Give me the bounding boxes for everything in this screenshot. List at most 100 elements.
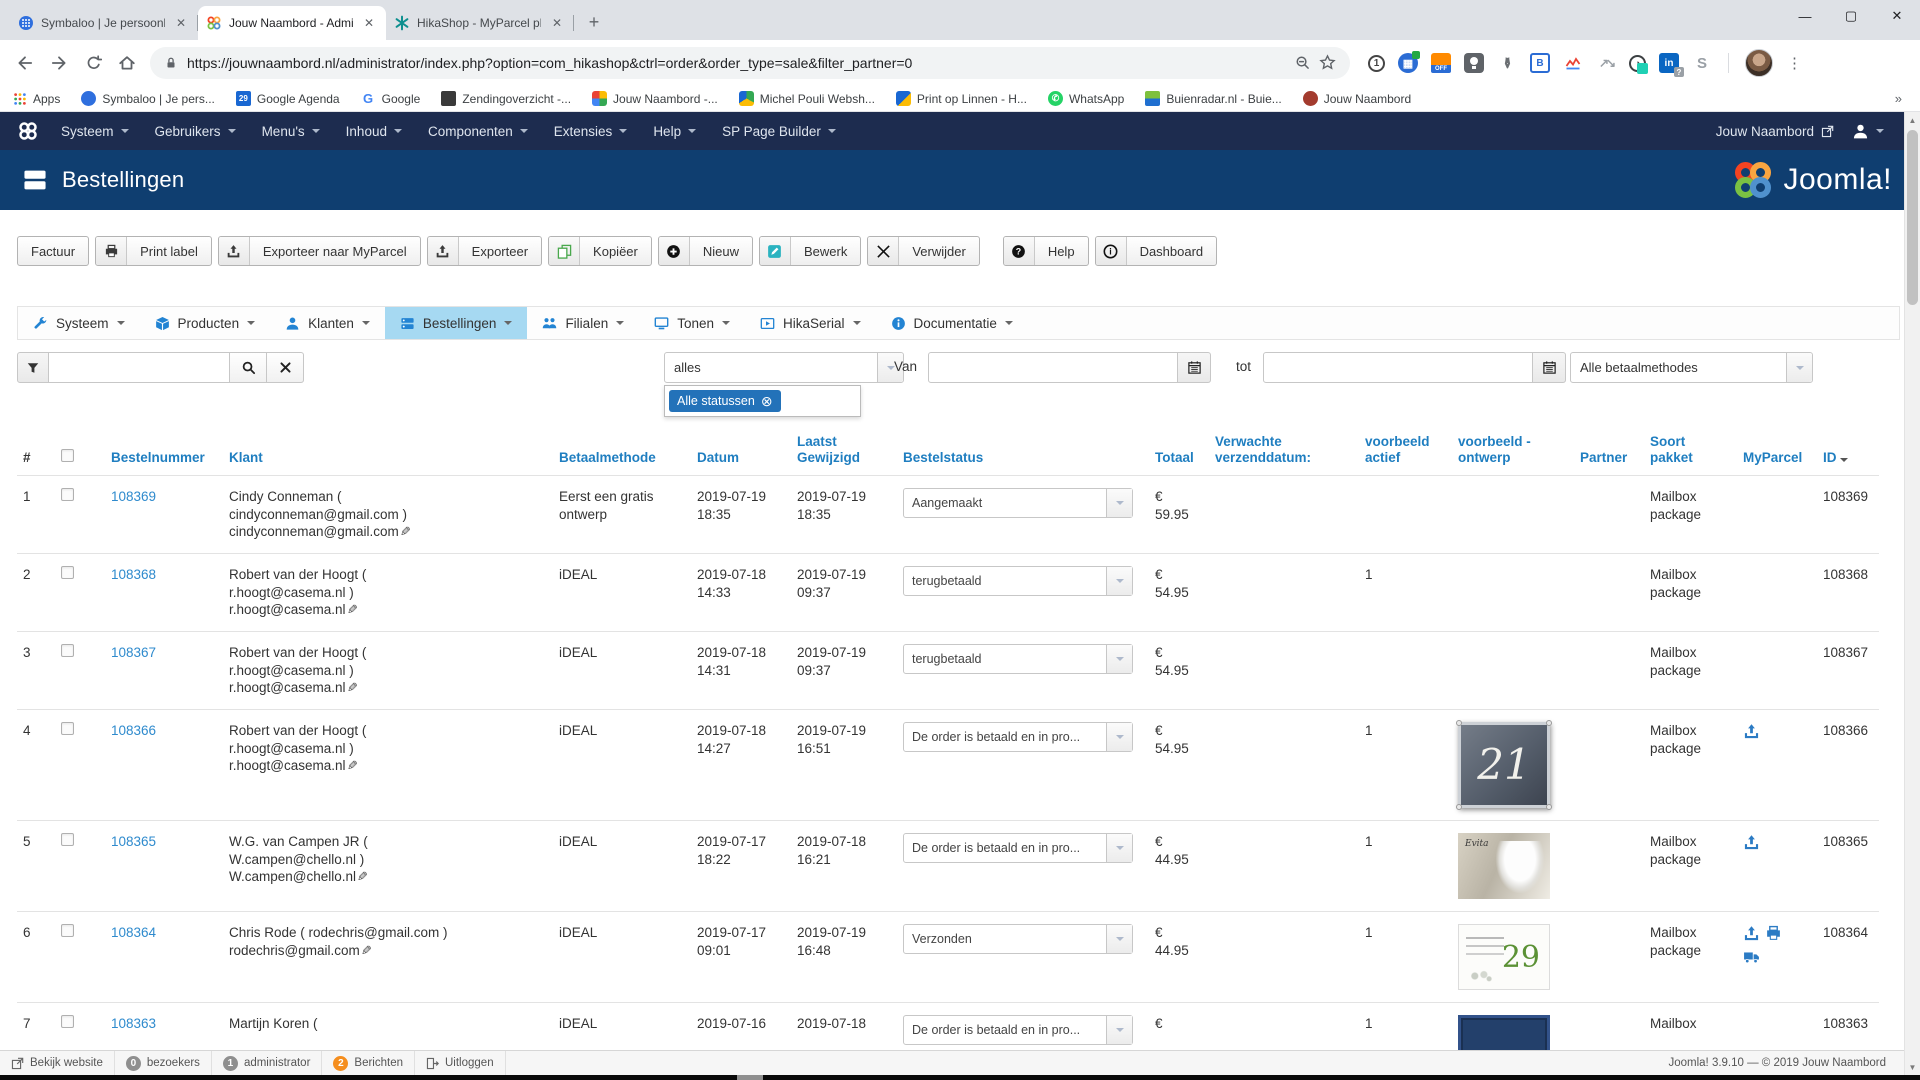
bookmark-item[interactable]: GGoogle	[361, 91, 421, 106]
zoom-out-icon[interactable]	[1295, 54, 1310, 72]
s-letter-extension[interactable]: S	[1692, 53, 1712, 73]
hikashop-menu-producten[interactable]: Producten	[140, 307, 271, 339]
bookmark-item[interactable]: Symbaloo | Je pers...	[81, 91, 215, 106]
column-header-myparcel[interactable]: MyParcel	[1737, 428, 1817, 476]
admin-menu-item[interactable]: Menu's	[249, 112, 333, 150]
column-header-laatst-gewijzigd[interactable]: Laatst Gewijzigd	[791, 428, 897, 476]
footer-administrator[interactable]: 1administrator	[212, 1051, 322, 1075]
edit-pencil-icon[interactable]: ✎	[361, 943, 372, 960]
scrollbar-thumb[interactable]	[1907, 130, 1918, 305]
column-header-bestelnummer[interactable]: Bestelnummer	[105, 428, 223, 476]
url-bar[interactable]: https://jouwnaambord.nl/administrator/in…	[150, 47, 1350, 79]
myparcel-upload-icon[interactable]	[1743, 924, 1760, 942]
clear-search-button[interactable]	[267, 352, 304, 383]
myparcel-upload-icon[interactable]	[1743, 722, 1760, 740]
column-header-voorbeeld-actief[interactable]: voorbeeld actief	[1359, 428, 1452, 476]
hikashop-menu-hikaserial[interactable]: HikaSerial	[745, 307, 876, 339]
status-filter-select[interactable]: alles	[664, 352, 904, 383]
calendar-icon[interactable]	[1533, 352, 1566, 383]
browser-tab[interactable]: HikaShop - MyParcel plugin - Hik✕	[386, 6, 574, 40]
column-header-soort-pakket[interactable]: Soort pakket	[1644, 428, 1737, 476]
new-tab-button[interactable]: +	[580, 8, 608, 36]
admin-menu-item[interactable]: Componenten	[415, 112, 541, 150]
profile-avatar[interactable]	[1745, 49, 1773, 77]
column-header-totaal[interactable]: Totaal	[1149, 428, 1209, 476]
browser-tab[interactable]: Symbaloo | Je persoonlijke Startp✕	[10, 6, 198, 40]
verwijder-button[interactable]: Verwijder	[867, 236, 979, 266]
bookmark-item[interactable]: Jouw Naambord	[1303, 91, 1411, 106]
admin-menu-item[interactable]: Help	[640, 112, 709, 150]
print-label-button[interactable]: Print label	[95, 236, 212, 266]
chip-remove-icon[interactable]: ⊗	[761, 395, 773, 407]
row-checkbox[interactable]	[61, 566, 74, 579]
row-checkbox[interactable]	[61, 644, 74, 657]
edit-pencil-icon[interactable]: ✎	[347, 602, 358, 619]
column-header-partner[interactable]: Partner	[1574, 428, 1644, 476]
hikashop-menu-filialen[interactable]: Filialen	[527, 307, 639, 339]
tab-close-icon[interactable]: ✕	[172, 15, 190, 31]
blue-grid-extension[interactable]: ▦	[1398, 53, 1418, 73]
footer-uitloggen[interactable]: Uitloggen	[415, 1051, 506, 1075]
admin-menu-item[interactable]: Extensies	[541, 112, 641, 150]
off-badge-extension[interactable]: OFF	[1431, 53, 1451, 73]
footer-bekijk-website[interactable]: Bekijk website	[0, 1051, 115, 1075]
forward-icon[interactable]	[44, 48, 74, 78]
bookmark-item[interactable]: Jouw Naambord -...	[592, 91, 718, 106]
circle-1-extension[interactable]: 1	[1368, 55, 1385, 72]
bookmark-item[interactable]: Apps	[12, 91, 60, 106]
select-caret[interactable]	[1106, 489, 1132, 517]
exporteer-naar-myparcel-button[interactable]: Exporteer naar MyParcel	[218, 236, 421, 266]
row-checkbox[interactable]	[61, 488, 74, 501]
select-caret[interactable]	[1106, 645, 1132, 673]
order-number-link[interactable]: 108365	[111, 834, 156, 849]
order-number-link[interactable]: 108363	[111, 1016, 156, 1031]
joomla-icon[interactable]	[18, 121, 38, 141]
order-number-link[interactable]: 108368	[111, 567, 156, 582]
analytics-zigzag-extension[interactable]	[1563, 53, 1583, 73]
column-header-voorbeeld-ontwerp[interactable]: voorbeeld - ontwerp	[1452, 428, 1574, 476]
order-status-select[interactable]: terugbetaald	[903, 644, 1133, 674]
nieuw-button[interactable]: Nieuw	[658, 236, 753, 266]
factuur-button[interactable]: Factuur	[17, 236, 89, 266]
hikashop-menu-klanten[interactable]: Klanten	[270, 307, 385, 339]
linkedin-extension[interactable]: in	[1659, 53, 1679, 73]
order-status-select[interactable]: Aangemaakt	[903, 488, 1133, 518]
footer-berichten[interactable]: 2Berichten	[322, 1051, 415, 1075]
hikashop-menu-bestellingen[interactable]: Bestellingen	[385, 307, 528, 339]
help-button[interactable]: ?Help	[1003, 236, 1089, 266]
order-status-select[interactable]: Verzonden	[903, 924, 1133, 954]
edit-pencil-icon[interactable]: ✎	[357, 869, 368, 886]
myparcel-print-icon[interactable]	[1765, 924, 1782, 942]
column-header-bestelstatus[interactable]: Bestelstatus	[897, 428, 1149, 476]
bookmarks-overflow-icon[interactable]: »	[1895, 91, 1908, 106]
lightbulb-extension[interactable]	[1464, 53, 1484, 73]
column-header-id[interactable]: ID	[1817, 428, 1879, 476]
scroll-down-icon[interactable]: ▼	[1905, 1059, 1920, 1075]
order-status-select[interactable]: De order is betaald en in pro...	[903, 1015, 1133, 1045]
select-caret[interactable]	[1106, 1016, 1132, 1044]
bookmark-item[interactable]: 29Google Agenda	[236, 91, 340, 106]
user-menu[interactable]	[1852, 123, 1884, 140]
myparcel-upload-icon[interactable]	[1743, 833, 1760, 851]
browser-menu-icon[interactable]: ⋮	[1787, 54, 1803, 72]
search-input[interactable]	[49, 352, 230, 383]
close-button[interactable]: ✕	[1874, 0, 1920, 32]
select-caret[interactable]	[1106, 723, 1132, 751]
back-icon[interactable]	[10, 48, 40, 78]
order-number-link[interactable]: 108366	[111, 723, 156, 738]
select-caret[interactable]	[1106, 834, 1132, 862]
exporteer-button[interactable]: Exporteer	[427, 236, 542, 266]
hikashop-menu-documentatie[interactable]: Documentatie	[876, 307, 1028, 339]
site-preview-link[interactable]: Jouw Naambord	[1716, 124, 1834, 139]
footer-bezoekers[interactable]: 0bezoekers	[115, 1051, 212, 1075]
calendar-icon[interactable]	[1178, 352, 1211, 383]
row-checkbox[interactable]	[61, 722, 74, 735]
edit-pencil-icon[interactable]: ✎	[347, 680, 358, 697]
order-status-select[interactable]: De order is betaald en in pro...	[903, 722, 1133, 752]
minimize-button[interactable]: —	[1782, 0, 1828, 32]
url-text[interactable]: https://jouwnaambord.nl/administrator/in…	[187, 55, 1286, 71]
order-number-link[interactable]: 108367	[111, 645, 156, 660]
page-scrollbar[interactable]: ▲ ▼	[1904, 112, 1920, 1075]
maximize-button[interactable]: ▢	[1828, 0, 1874, 32]
order-status-select[interactable]: terugbetaald	[903, 566, 1133, 596]
